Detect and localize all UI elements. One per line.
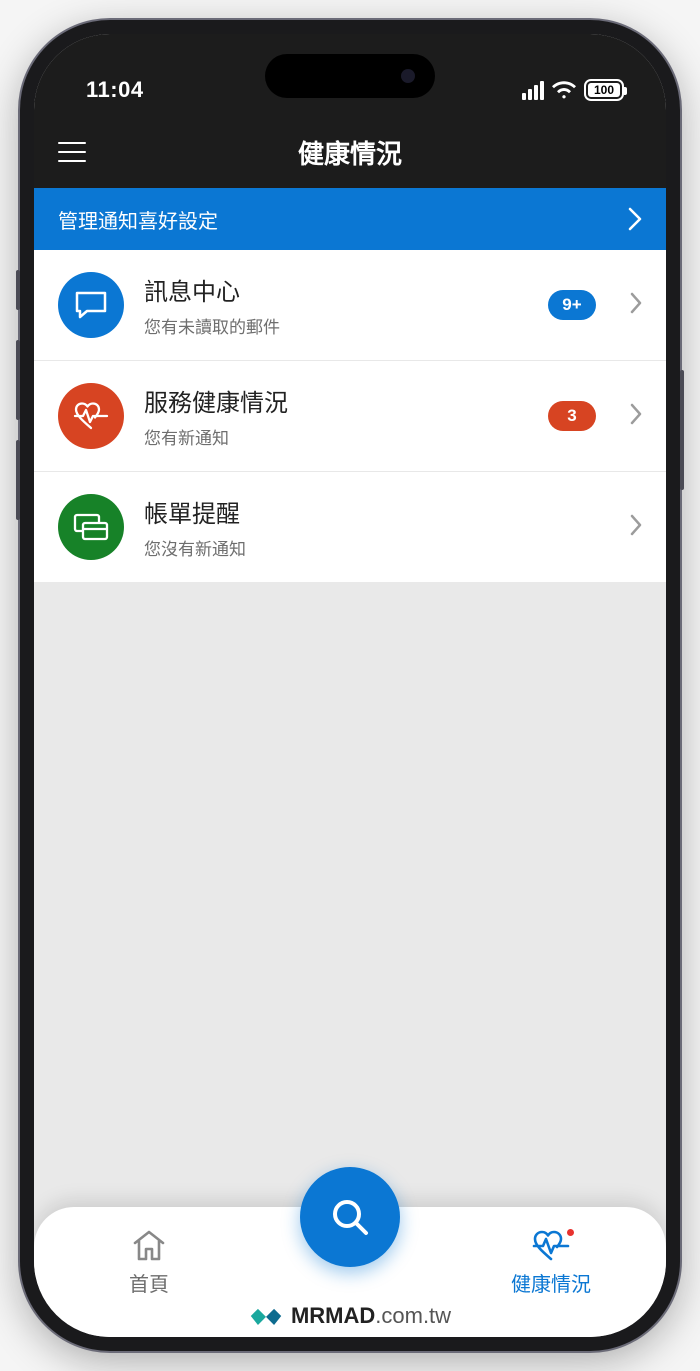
menu-button[interactable] bbox=[58, 142, 86, 162]
card-icon bbox=[58, 494, 124, 560]
page-title: 健康情況 bbox=[34, 134, 666, 171]
message-icon bbox=[58, 272, 124, 338]
wifi-icon bbox=[552, 81, 576, 99]
search-icon bbox=[328, 1195, 372, 1239]
screen: 11:04 100 健康情況 管理通知喜好設定 bbox=[34, 34, 666, 1337]
side-button bbox=[16, 270, 20, 310]
content-area bbox=[34, 582, 666, 1207]
side-button bbox=[680, 370, 684, 490]
side-button bbox=[16, 440, 20, 520]
cellular-icon bbox=[522, 81, 544, 100]
tab-label: 健康情況 bbox=[511, 1268, 591, 1297]
heart-pulse-icon bbox=[58, 383, 124, 449]
battery-level: 100 bbox=[588, 83, 620, 97]
health-list: 訊息中心 您有未讀取的郵件 9+ 服務健康情況 您有新通知 3 bbox=[34, 250, 666, 582]
battery-icon: 100 bbox=[584, 79, 624, 101]
tab-health[interactable]: 健康情況 bbox=[496, 1228, 606, 1297]
item-title: 帳單提醒 bbox=[144, 494, 596, 529]
list-item-message-center[interactable]: 訊息中心 您有未讀取的郵件 9+ bbox=[34, 250, 666, 361]
banner-label: 管理通知喜好設定 bbox=[58, 205, 218, 234]
tab-label: 首頁 bbox=[129, 1268, 169, 1297]
chevron-right-icon bbox=[630, 292, 642, 319]
heart-pulse-icon bbox=[531, 1228, 571, 1264]
app-header: 健康情況 bbox=[34, 116, 666, 188]
manage-notifications-banner[interactable]: 管理通知喜好設定 bbox=[34, 188, 666, 250]
chevron-right-icon bbox=[630, 403, 642, 430]
status-icons: 100 bbox=[522, 79, 624, 101]
chevron-right-icon bbox=[630, 514, 642, 541]
home-icon bbox=[131, 1228, 167, 1264]
item-subtitle: 您有未讀取的郵件 bbox=[144, 313, 528, 338]
status-time: 11:04 bbox=[86, 77, 144, 103]
chevron-right-icon bbox=[628, 207, 642, 231]
list-item-service-health[interactable]: 服務健康情況 您有新通知 3 bbox=[34, 361, 666, 472]
item-subtitle: 您沒有新通知 bbox=[144, 535, 596, 560]
item-text: 服務健康情況 您有新通知 bbox=[144, 383, 528, 449]
badge: 3 bbox=[548, 401, 596, 431]
search-fab[interactable] bbox=[300, 1167, 400, 1267]
tab-bar: 首頁 健康情況 bbox=[34, 1207, 666, 1337]
item-title: 訊息中心 bbox=[144, 272, 528, 307]
notification-dot bbox=[565, 1227, 576, 1238]
side-button bbox=[16, 340, 20, 420]
phone-frame: 11:04 100 健康情況 管理通知喜好設定 bbox=[20, 20, 680, 1351]
badge: 9+ bbox=[548, 290, 596, 320]
item-text: 帳單提醒 您沒有新通知 bbox=[144, 494, 596, 560]
list-item-billing[interactable]: 帳單提醒 您沒有新通知 bbox=[34, 472, 666, 582]
item-subtitle: 您有新通知 bbox=[144, 424, 528, 449]
tab-home[interactable]: 首頁 bbox=[94, 1228, 204, 1297]
item-text: 訊息中心 您有未讀取的郵件 bbox=[144, 272, 528, 338]
dynamic-island bbox=[265, 54, 435, 98]
item-title: 服務健康情況 bbox=[144, 383, 528, 418]
